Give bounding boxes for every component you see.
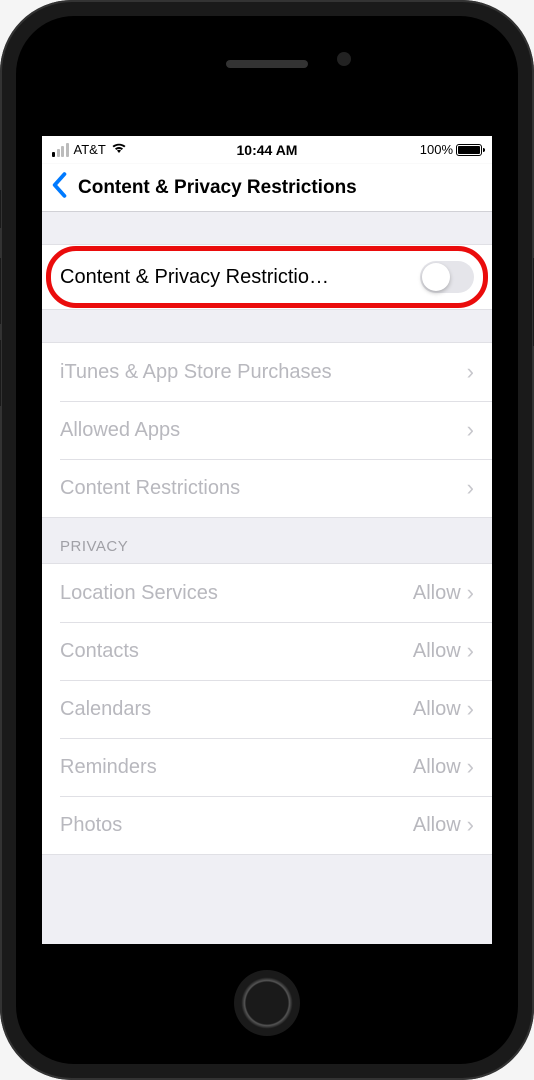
row-value: Allow: [413, 756, 461, 779]
row-value: Allow: [413, 582, 461, 605]
row-label: iTunes & App Store Purchases: [60, 361, 467, 384]
volume-down: [0, 340, 1, 406]
itunes-purchases-row[interactable]: iTunes & App Store Purchases ›: [42, 343, 492, 401]
calendars-row[interactable]: Calendars Allow ›: [42, 680, 492, 738]
reminders-row[interactable]: Reminders Allow ›: [42, 738, 492, 796]
front-camera: [337, 52, 351, 66]
back-button[interactable]: [50, 172, 78, 204]
chevron-right-icon: ›: [467, 475, 474, 501]
phone-frame: AT&T 10:44 AM 100% Content: [0, 0, 534, 1080]
row-value: Allow: [413, 814, 461, 837]
photos-row[interactable]: Photos Allow ›: [42, 796, 492, 854]
nav-bar: Content & Privacy Restrictions: [42, 164, 492, 212]
battery-icon: [456, 144, 482, 156]
chevron-right-icon: ›: [467, 696, 474, 722]
content-scroll[interactable]: Content & Privacy Restrictio… iTunes & A…: [42, 212, 492, 944]
row-value: Allow: [413, 698, 461, 721]
carrier-label: AT&T: [74, 142, 106, 157]
allowed-apps-row[interactable]: Allowed Apps ›: [42, 401, 492, 459]
chevron-right-icon: ›: [467, 417, 474, 443]
restrictions-group: iTunes & App Store Purchases › Allowed A…: [42, 342, 492, 518]
row-label: Reminders: [60, 756, 413, 779]
status-time: 10:44 AM: [237, 142, 298, 158]
mute-switch: [0, 190, 1, 228]
battery-percentage: 100%: [420, 142, 453, 157]
row-label: Calendars: [60, 698, 413, 721]
wifi-icon: [111, 142, 127, 157]
location-services-row[interactable]: Location Services Allow ›: [42, 564, 492, 622]
privacy-section-header: PRIVACY: [42, 518, 492, 563]
page-title: Content & Privacy Restrictions: [78, 177, 484, 199]
row-label: Content Restrictions: [60, 477, 467, 500]
switch-knob: [422, 263, 450, 291]
contacts-row[interactable]: Contacts Allow ›: [42, 622, 492, 680]
status-bar: AT&T 10:44 AM 100%: [42, 136, 492, 164]
row-label: Location Services: [60, 582, 413, 605]
toggle-label: Content & Privacy Restrictio…: [60, 266, 420, 289]
chevron-right-icon: ›: [467, 580, 474, 606]
phone-bezel: AT&T 10:44 AM 100% Content: [16, 16, 518, 1064]
content-privacy-switch[interactable]: [420, 261, 474, 293]
chevron-right-icon: ›: [467, 754, 474, 780]
home-button[interactable]: [234, 970, 300, 1036]
signal-icon: [52, 143, 69, 157]
row-label: Contacts: [60, 640, 413, 663]
row-label: Allowed Apps: [60, 419, 467, 442]
screen: AT&T 10:44 AM 100% Content: [42, 136, 492, 944]
row-value: Allow: [413, 640, 461, 663]
speaker: [226, 60, 308, 68]
content-privacy-toggle-row[interactable]: Content & Privacy Restrictio…: [42, 245, 492, 309]
volume-up: [0, 258, 1, 324]
row-label: Photos: [60, 814, 413, 837]
privacy-group: Location Services Allow › Contacts Allow…: [42, 563, 492, 855]
chevron-right-icon: ›: [467, 812, 474, 838]
chevron-right-icon: ›: [467, 638, 474, 664]
content-restrictions-row[interactable]: Content Restrictions ›: [42, 459, 492, 517]
chevron-right-icon: ›: [467, 359, 474, 385]
toggle-group: Content & Privacy Restrictio…: [42, 244, 492, 310]
